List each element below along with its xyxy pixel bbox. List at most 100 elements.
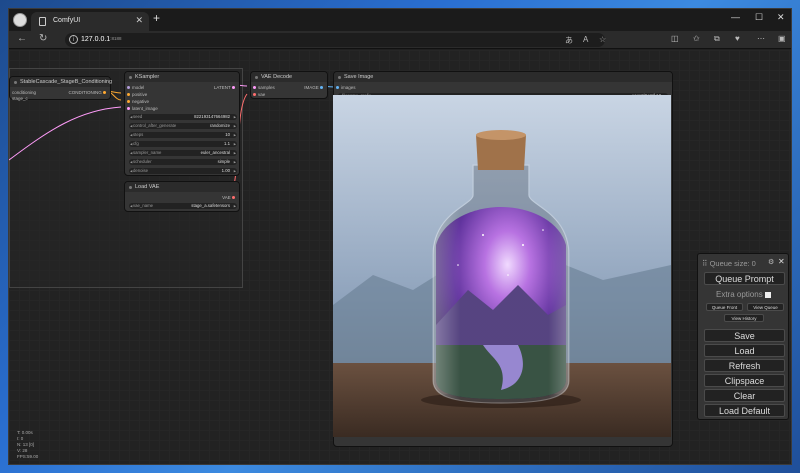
widget-label: cfg [133, 141, 139, 146]
stats-overlay: T: 0.00s I: 0 N: 13 [0] V: 28 FPS:59.00 [17, 430, 38, 460]
widget-value: simple [217, 159, 230, 164]
extension-icon[interactable]: ♥ [735, 34, 740, 43]
clear-button[interactable]: Clear [704, 389, 785, 402]
refresh-icon[interactable]: ↻ [39, 33, 47, 44]
close-menu-icon[interactable]: ✕ [778, 257, 785, 266]
settings-icon[interactable]: ⚙ [768, 258, 774, 266]
widget-label: denoise [133, 168, 149, 173]
extra-options-row[interactable]: Extra options [716, 290, 771, 299]
translate-icon[interactable]: あ [565, 35, 573, 46]
vae-decode-node[interactable]: VAE Decode samples vae IMAGE [250, 71, 328, 99]
view-queue-button[interactable]: View Queue [747, 303, 784, 311]
control-after-generate-widget[interactable]: control_after_generate randomize [129, 123, 237, 129]
node-title: VAE Decode [251, 72, 327, 82]
back-icon[interactable]: ← [17, 33, 27, 44]
vae-name-widget[interactable]: vae_name stage_a.safetensors [129, 203, 237, 209]
vae-output[interactable]: VAE [222, 195, 237, 200]
latent-link [9, 106, 122, 161]
menu-icon[interactable]: ⋯ [757, 34, 765, 43]
save-button[interactable]: Save [704, 329, 785, 342]
port-dot [336, 86, 339, 90]
view-history-button[interactable]: View History [724, 314, 764, 322]
ksampler-node[interactable]: KSampler model positive negative latent_… [124, 71, 240, 176]
menu-drag-handle[interactable]: ⠿ Queue size: 0 [702, 259, 756, 268]
close-window-icon[interactable]: ✕ [777, 12, 785, 23]
model-input[interactable]: model [127, 85, 144, 90]
node-title: StableCascade_StageB_Conditioning [10, 77, 112, 87]
port-dot [253, 93, 256, 97]
tab-comfyui[interactable]: ComfyUI ✕ [31, 12, 149, 31]
widget-label: vae_name [133, 203, 154, 208]
extra-options-checkbox[interactable] [764, 291, 771, 298]
widget-value: stage_a.safetensors [191, 203, 230, 208]
model-input-label: model [132, 85, 145, 90]
node-title: Save Image [334, 72, 672, 82]
conditioning-output-label: CONDITIONING [68, 90, 102, 95]
port-dot [127, 93, 130, 97]
port-dot [127, 86, 130, 90]
vae-input[interactable]: vae [253, 92, 265, 97]
collections-icon[interactable]: ⧉ [714, 34, 720, 44]
widget-label: steps [133, 132, 144, 137]
latent-output[interactable]: LATENT [214, 85, 237, 90]
sampler-name-widget[interactable]: sampler_name euler_ancestral [129, 150, 237, 156]
samples-input[interactable]: samples [253, 85, 275, 90]
cfg-widget[interactable]: cfg 1.1 [129, 141, 237, 147]
image-output-label: IMAGE [304, 85, 319, 90]
steps-widget[interactable]: steps 10 [129, 132, 237, 138]
info-icon[interactable]: i [69, 35, 78, 44]
positive-input-label: positive [132, 92, 148, 97]
node-title: KSampler [125, 72, 239, 82]
conditioning-input[interactable]: conditioning [12, 90, 36, 95]
stat-fps: FPS:59.00 [17, 454, 39, 459]
widget-value: randomize [209, 123, 230, 128]
widget-value: 822193147664982 [194, 114, 230, 119]
denoise-widget[interactable]: denoise 1.00 [129, 168, 237, 174]
favorites-icon[interactable]: ✩ [693, 34, 700, 43]
maximize-icon[interactable]: ☐ [755, 12, 763, 23]
refresh-button[interactable]: Refresh [704, 359, 785, 372]
tab-title: ComfyUI [53, 17, 81, 24]
widget-label: sampler_name [133, 150, 162, 155]
load-vae-node[interactable]: Load VAE VAE vae_name stage_a.safetensors [124, 181, 240, 212]
minimize-icon[interactable]: — [731, 12, 740, 22]
latent-image-input-label: latent_image [132, 106, 158, 111]
profile-avatar[interactable] [13, 13, 27, 27]
clipspace-button[interactable]: Clipspace [704, 374, 785, 387]
port-dot [320, 86, 323, 90]
scheduler-widget[interactable]: scheduler simple [129, 159, 237, 165]
latent-image-input[interactable]: latent_image [127, 106, 158, 111]
seed-widget[interactable]: seed 822193147664982 [129, 114, 237, 120]
vae-output-label: VAE [222, 195, 231, 200]
widget-value: 10 [225, 132, 230, 137]
sidebar-icon[interactable]: ▣ [778, 34, 786, 43]
split-screen-icon[interactable]: ◫ [671, 34, 679, 43]
load-default-button[interactable]: Load Default [704, 404, 785, 417]
queue-prompt-button[interactable]: Queue Prompt [704, 272, 785, 285]
url-host: 127.0.0.1 [81, 36, 111, 43]
positive-input[interactable]: positive [127, 92, 147, 97]
port-dot [127, 100, 130, 104]
latent-output-label: LATENT [213, 85, 231, 90]
generated-image [333, 95, 671, 437]
image-output[interactable]: IMAGE [304, 85, 325, 90]
new-tab-icon[interactable]: + [153, 11, 160, 25]
port-dot [253, 86, 256, 90]
favorite-icon[interactable]: ☆ [599, 35, 606, 44]
stage-b-conditioning-node[interactable]: StableCascade_StageB_Conditioning condit… [9, 76, 112, 101]
read-aloud-icon[interactable]: A [583, 35, 588, 44]
stage-c-input[interactable]: stage_c [12, 96, 28, 101]
conditioning-output[interactable]: CONDITIONING [68, 90, 108, 95]
port-dot [232, 196, 235, 200]
page-icon [39, 17, 46, 26]
port-dot [127, 107, 130, 111]
address-bar[interactable]: i 127.0.0.1:8188 あ A ☆ [65, 33, 606, 47]
address-toolbar: ← ↻ i 127.0.0.1:8188 あ A ☆ ◫ ✩ ⧉ ♥ ⋯ ▣ [9, 31, 791, 49]
load-button[interactable]: Load [704, 344, 785, 357]
close-tab-icon[interactable]: ✕ [135, 15, 143, 26]
negative-input[interactable]: negative [127, 99, 149, 104]
widget-label: scheduler [133, 159, 152, 164]
images-input[interactable]: images [336, 85, 356, 90]
queue-menu[interactable]: ⠿ Queue size: 0 ⚙ ✕ Queue Prompt Extra o… [697, 253, 789, 420]
queue-front-button[interactable]: Queue Front [706, 303, 743, 311]
